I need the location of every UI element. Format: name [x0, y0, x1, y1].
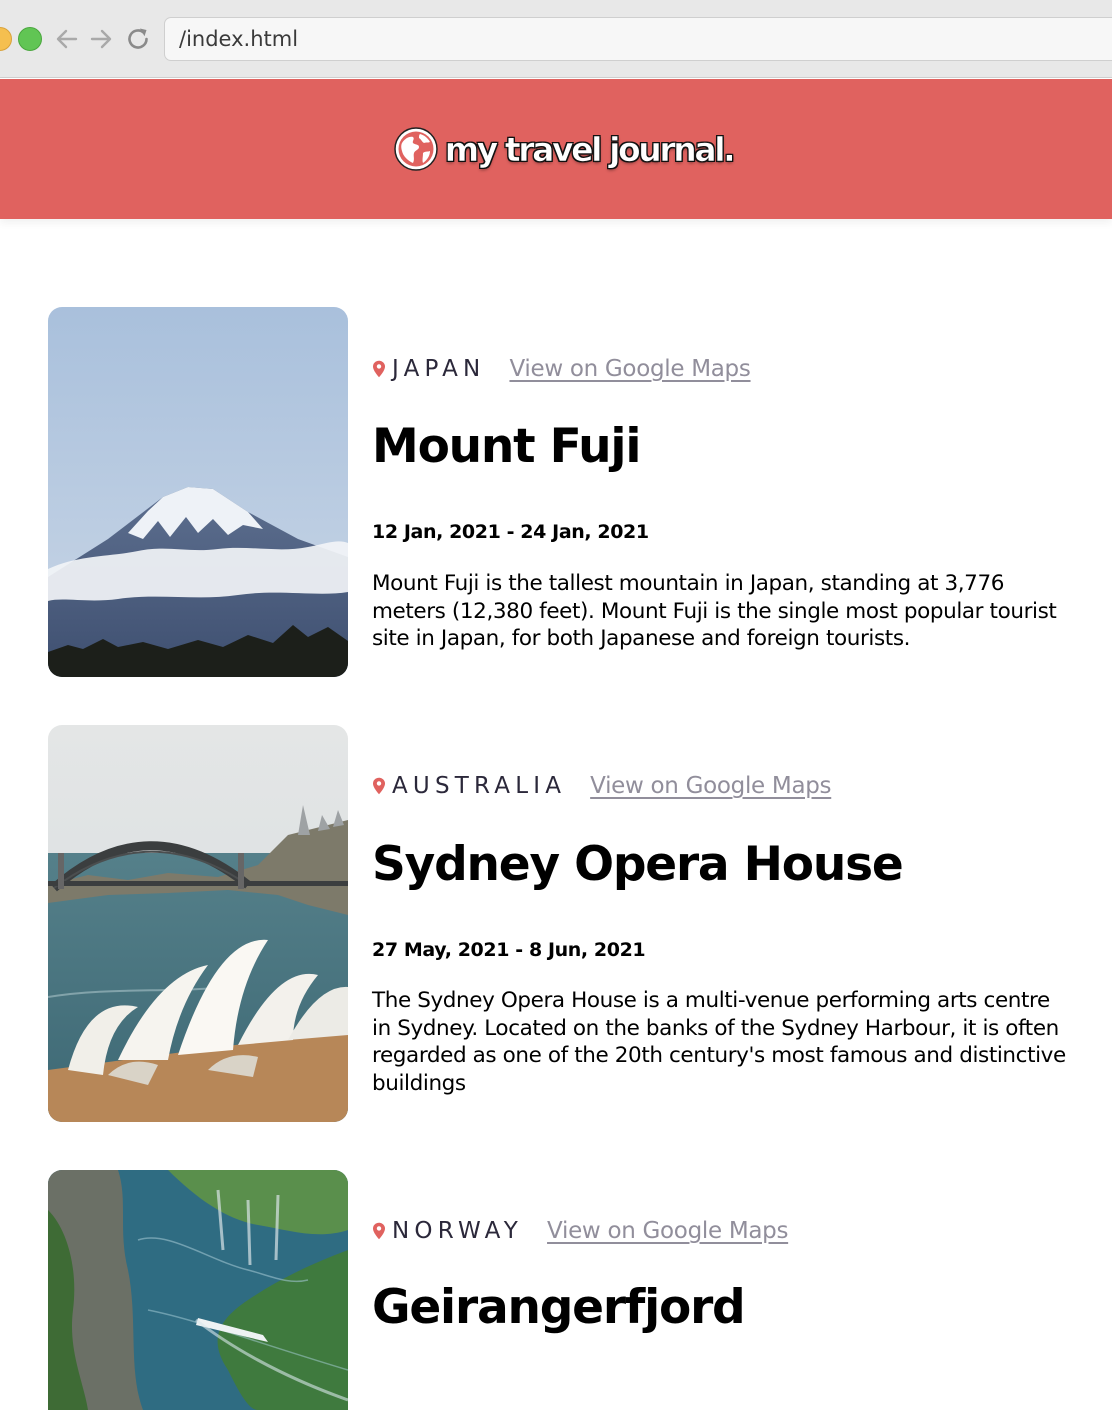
journal-entry: NORWAY View on Google Maps Geirangerfjor…	[48, 1170, 1088, 1410]
url-text: /index.html	[179, 27, 299, 51]
country-label: AUSTRALIA	[392, 773, 567, 799]
country-label: JAPAN	[392, 356, 486, 382]
entry-title: Sydney Opera House	[372, 837, 904, 892]
reload-button[interactable]	[123, 24, 153, 54]
arrow-right-icon	[90, 29, 112, 49]
maximize-window-button[interactable]	[18, 27, 42, 51]
entry-dates: 12 Jan, 2021 - 24 Jan, 2021	[372, 521, 649, 543]
address-bar[interactable]: /index.html	[164, 17, 1112, 61]
location-pin-icon	[373, 777, 385, 795]
location-row: JAPAN View on Google Maps	[372, 354, 751, 384]
minimize-window-button[interactable]	[0, 27, 12, 51]
mount-fuji-photo	[48, 307, 348, 677]
browser-toolbar: /index.html	[0, 0, 1112, 78]
entry-dates: 27 May, 2021 - 8 Jun, 2021	[372, 939, 646, 961]
entry-description: Mount Fuji is the tallest mountain in Ja…	[372, 571, 1057, 652]
entry-photo	[48, 307, 348, 677]
location-row: NORWAY View on Google Maps	[372, 1216, 788, 1246]
journal-entry: JAPAN View on Google Maps Mount Fuji 12 …	[48, 307, 1088, 677]
brand-title: my travel journal.	[444, 129, 736, 169]
back-button[interactable]	[52, 24, 82, 54]
forward-button[interactable]	[86, 24, 116, 54]
entry-photo	[48, 725, 348, 1122]
sydney-opera-house-photo	[48, 725, 348, 1122]
google-maps-link[interactable]: View on Google Maps	[547, 1218, 788, 1244]
google-maps-link[interactable]: View on Google Maps	[590, 773, 831, 799]
google-maps-link[interactable]: View on Google Maps	[509, 356, 750, 382]
location-pin-icon	[373, 360, 385, 378]
location-pin-icon	[373, 1222, 385, 1240]
entry-title: Mount Fuji	[372, 419, 641, 474]
site-header: my travel journal.	[0, 79, 1112, 219]
journal-entry: AUSTRALIA View on Google Maps Sydney Ope…	[48, 725, 1088, 1122]
globe-icon	[393, 127, 438, 171]
entry-title: Geirangerfjord	[372, 1280, 746, 1335]
brand: my travel journal.	[393, 126, 736, 172]
entry-description: The Sydney Opera House is a multi-venue …	[372, 988, 1066, 1096]
arrow-left-icon	[56, 29, 78, 49]
country-label: NORWAY	[392, 1218, 524, 1244]
reload-icon	[128, 28, 148, 49]
geirangerfjord-photo	[48, 1170, 348, 1410]
location-row: AUSTRALIA View on Google Maps	[372, 771, 832, 801]
entry-photo	[48, 1170, 348, 1410]
